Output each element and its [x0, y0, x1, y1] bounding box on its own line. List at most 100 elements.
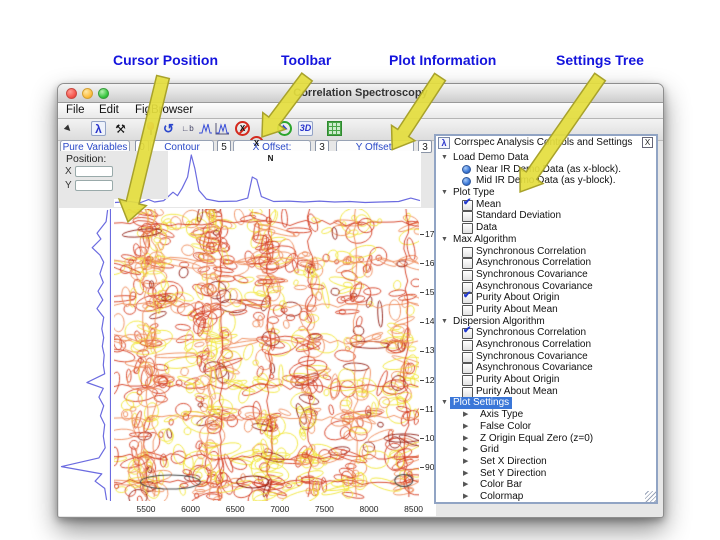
y-position-input[interactable] — [75, 180, 113, 191]
tree-item-axis-type[interactable]: ▶ Axis Type — [436, 409, 656, 421]
tree-item-label[interactable]: Grid — [480, 444, 499, 456]
tree-item-label[interactable]: Data — [476, 222, 497, 234]
checkbox-icon[interactable] — [462, 340, 473, 351]
close-panel-button[interactable]: X — [642, 137, 653, 148]
menu-figbrowser[interactable]: FigBrowser — [135, 103, 193, 118]
no-x-zoom-icon[interactable]: X — [235, 121, 250, 136]
tree-item-asynchronous-correlation[interactable]: Asynchronous Correlation — [436, 339, 656, 351]
tree-section-label[interactable]: Plot Settings — [450, 397, 512, 409]
tree-item-set-y-direction[interactable]: ▶Set Y Direction — [436, 468, 656, 480]
tree-item-mean[interactable]: ✔Mean — [436, 199, 656, 211]
tree-item-mid-ir-demo-data-as-y-block[interactable]: Mid IR Demo Data (as y-block). — [436, 175, 656, 187]
title-bar[interactable]: Correlation Spectroscopy — [58, 84, 663, 103]
triangle-right-icon[interactable]: ▶ — [463, 444, 468, 456]
minimize-window-icon[interactable] — [82, 88, 93, 99]
tree-item-label[interactable]: Axis Type — [480, 409, 523, 421]
tree-item-synchronous-covariance[interactable]: Synchronous Covariance — [436, 269, 656, 281]
tools-icon[interactable]: ⚒ — [113, 121, 128, 136]
zoom-window-icon[interactable] — [98, 88, 109, 99]
triangle-right-icon[interactable]: ▶ — [463, 491, 468, 503]
tree-item-near-ir-demo-data-as-x-block[interactable]: Near IR Demo Data (as x-block). — [436, 164, 656, 176]
tree-section-max-algorithm[interactable]: ▼ Max Algorithm — [436, 234, 656, 246]
tree-item-label[interactable]: Color Bar — [480, 479, 522, 491]
peaks-select-icon[interactable] — [198, 121, 213, 136]
view-3d-icon[interactable]: 3D — [298, 121, 313, 136]
tree-item-label[interactable]: Near IR Demo Data (as x-block). — [476, 164, 621, 176]
tree-item-label[interactable]: Synchronous Correlation — [476, 246, 586, 258]
tree-item-label[interactable]: Purity About Mean — [476, 304, 558, 316]
tree-item-grid[interactable]: ▶ Grid — [436, 444, 656, 456]
axis-limits-icon[interactable]: ∟b — [180, 121, 195, 136]
tree-item-purity-about-mean[interactable]: Purity About Mean — [436, 386, 656, 398]
pointer-tool-icon[interactable]: ▶ — [58, 118, 79, 139]
tree-item-purity-about-origin[interactable]: ✔Purity About Origin — [436, 292, 656, 304]
checkbox-icon[interactable] — [462, 211, 473, 222]
triangle-right-icon[interactable]: ▶ — [463, 409, 468, 421]
tree-item-z-origin-equal-zero-z-0[interactable]: ▶ Z Origin Equal Zero (z=0) — [436, 433, 656, 445]
tree-item-label[interactable]: Asynchronous Covariance — [476, 362, 593, 374]
tree-item-label[interactable]: Purity About Origin — [476, 292, 559, 304]
triangle-down-icon[interactable]: ▼ — [441, 316, 448, 328]
tree-item-label[interactable]: Synchronous Covariance — [476, 351, 588, 363]
checkbox-icon[interactable] — [462, 270, 473, 281]
tree-item-label[interactable]: Set Y Direction — [480, 468, 546, 480]
tree-item-standard-deviation[interactable]: Standard Deviation — [436, 210, 656, 222]
checkbox-icon[interactable] — [462, 352, 473, 363]
tree-item-asynchronous-covariance[interactable]: Asynchronous Covariance — [436, 362, 656, 374]
reset-view-icon[interactable]: ▶ — [277, 121, 292, 136]
checkbox-icon[interactable] — [462, 223, 473, 234]
tree-item-label[interactable]: Mean — [476, 199, 501, 211]
contour-plot[interactable] — [114, 209, 419, 501]
checkbox-icon[interactable] — [462, 305, 473, 316]
lambda-spectra-icon[interactable]: λ — [91, 121, 106, 136]
tree-item-label[interactable]: Set X Direction — [480, 456, 547, 468]
tree-section-label[interactable]: Load Demo Data — [453, 152, 529, 164]
radio-button-icon[interactable] — [462, 165, 471, 174]
triangle-down-icon[interactable]: ▼ — [441, 397, 448, 409]
checkbox-icon[interactable]: ✔ — [462, 328, 473, 339]
tree-section-label[interactable]: Plot Type — [453, 187, 495, 199]
tree-item-label[interactable]: Colormap — [480, 491, 523, 503]
tree-item-asynchronous-correlation[interactable]: Asynchronous Correlation — [436, 257, 656, 269]
tree-item-label[interactable]: Synchronous Covariance — [476, 269, 588, 281]
tree-item-label[interactable]: Asynchronous Correlation — [476, 339, 591, 351]
tree-item-label[interactable]: Purity About Mean — [476, 386, 558, 398]
triangle-right-icon[interactable]: ▶ — [463, 421, 468, 433]
resize-grip[interactable] — [645, 491, 656, 502]
tree-section-label[interactable]: Max Algorithm — [453, 234, 516, 246]
rotate-icon[interactable]: ↺ — [161, 121, 176, 136]
checkbox-icon[interactable] — [462, 363, 473, 374]
tree-item-label[interactable]: Z Origin Equal Zero (z=0) — [480, 433, 593, 445]
triangle-down-icon[interactable]: ▼ — [441, 187, 448, 199]
tree-item-label[interactable]: Synchronous Correlation — [476, 327, 586, 339]
tree-item-label[interactable]: False Color — [480, 421, 531, 433]
checkbox-icon[interactable]: ✔ — [462, 293, 473, 304]
axis-peaks-icon[interactable] — [215, 121, 230, 136]
checkbox-icon[interactable] — [462, 247, 473, 258]
checkbox-icon[interactable]: ✔ — [462, 200, 473, 211]
triangle-down-icon[interactable]: ▼ — [441, 234, 448, 246]
tree-item-label[interactable]: Mid IR Demo Data (as y-block). — [476, 175, 615, 187]
tree-item-false-color[interactable]: ▶ False Color — [436, 421, 656, 433]
pushpin-icon[interactable] — [143, 121, 158, 136]
tree-section-plot-settings[interactable]: ▼Plot Settings — [436, 397, 656, 409]
data-table-icon[interactable] — [327, 121, 342, 136]
triangle-right-icon[interactable]: ▶ — [463, 433, 468, 445]
tree-item-label[interactable]: Asynchronous Covariance — [476, 281, 593, 293]
triangle-right-icon[interactable]: ▶ — [463, 456, 468, 468]
tree-item-label[interactable]: Purity About Origin — [476, 374, 559, 386]
checkbox-icon[interactable] — [462, 387, 473, 398]
radio-button-icon[interactable] — [462, 177, 471, 186]
tree-item-purity-about-mean[interactable]: Purity About Mean — [436, 304, 656, 316]
x-position-input[interactable] — [75, 166, 113, 177]
triangle-down-icon[interactable]: ▼ — [441, 152, 448, 164]
tree-item-label[interactable]: Standard Deviation — [476, 210, 561, 222]
tree-item-synchronous-correlation[interactable]: ✔Synchronous Correlation — [436, 327, 656, 339]
triangle-right-icon[interactable]: ▶ — [463, 479, 468, 491]
menu-edit[interactable]: Edit — [99, 103, 119, 118]
tree-section-load-demo-data[interactable]: ▼ Load Demo Data — [436, 152, 656, 164]
tree-item-purity-about-origin[interactable]: Purity About Origin — [436, 374, 656, 386]
checkbox-icon[interactable] — [462, 375, 473, 386]
close-window-icon[interactable] — [66, 88, 77, 99]
tree-item-data[interactable]: Data — [436, 222, 656, 234]
